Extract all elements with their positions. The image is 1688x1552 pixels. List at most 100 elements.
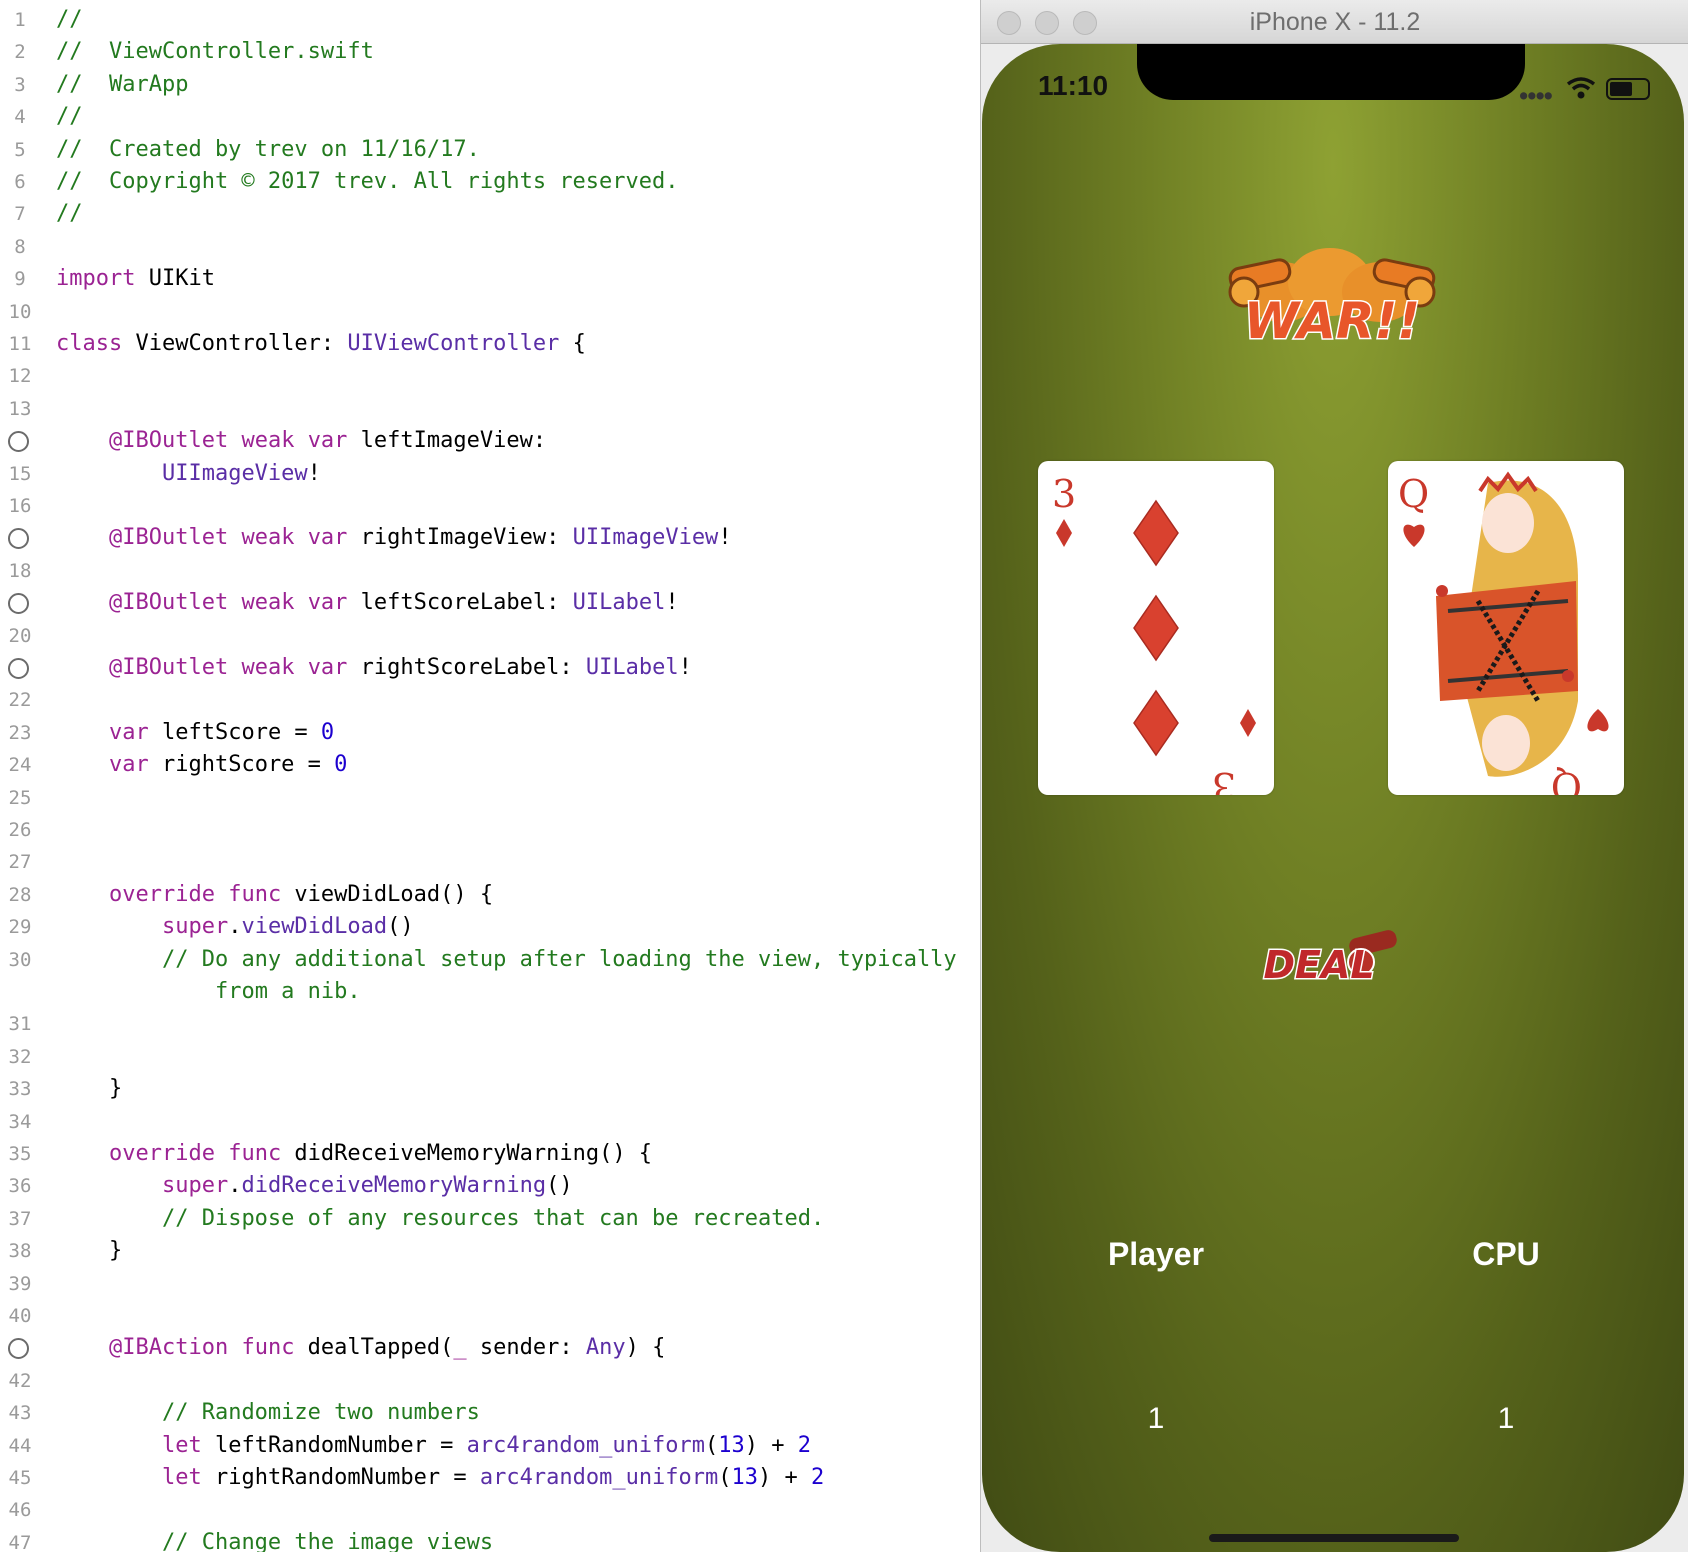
line-number[interactable]: 45	[0, 1462, 40, 1494]
outlet-connection-icon[interactable]	[8, 431, 29, 453]
code-line[interactable]: 33 }	[0, 1073, 985, 1105]
code-line[interactable]: 11 class ViewController: UIViewController…	[0, 328, 985, 360]
code-line[interactable]: 28 override func viewDidLoad() {	[0, 879, 985, 911]
line-number[interactable]: 12	[0, 360, 40, 392]
code-line[interactable]: 6 // Copyright © 2017 trev. All rights re…	[0, 166, 985, 198]
code-line[interactable]: 42	[0, 1365, 985, 1397]
line-number[interactable]: 32	[0, 1041, 40, 1073]
code-line[interactable]: 25	[0, 782, 985, 814]
code-line[interactable]: 40	[0, 1300, 985, 1332]
code-editor[interactable]: 1 // 2 // ViewController.swift 3 // WarApp 4 //…	[0, 0, 985, 1552]
code-line[interactable]: @IBOutlet weak var rightImageView: UIIma…	[0, 522, 985, 554]
deal-button[interactable]: DEAL	[1257, 924, 1407, 994]
line-number[interactable]: 23	[0, 717, 40, 749]
code-line[interactable]: 20	[0, 620, 985, 652]
line-number[interactable]: 1	[0, 4, 40, 36]
line-number[interactable]: 9	[0, 263, 40, 295]
line-number[interactable]: 8	[0, 231, 40, 263]
line-number[interactable]: 18	[0, 555, 40, 587]
line-number[interactable]: 36	[0, 1170, 40, 1202]
code-line[interactable]: @IBOutlet weak var rightScoreLabel: UILa…	[0, 652, 985, 684]
line-number[interactable]: 34	[0, 1106, 40, 1138]
line-number[interactable]: 11	[0, 328, 40, 360]
outlet-connection-icon[interactable]	[8, 1338, 29, 1360]
code-line[interactable]: 39	[0, 1268, 985, 1300]
code-line[interactable]: 13	[0, 393, 985, 425]
code-line[interactable]: from a nib.	[0, 976, 985, 1008]
code-line[interactable]: 18	[0, 555, 985, 587]
line-number[interactable]: 39	[0, 1268, 40, 1300]
line-number[interactable]: 25	[0, 782, 40, 814]
line-number[interactable]: 35	[0, 1138, 40, 1170]
code-line[interactable]: 45 let rightRandomNumber = arc4random_un…	[0, 1462, 985, 1494]
code-line[interactable]: @IBAction func dealTapped(_ sender: Any)…	[0, 1332, 985, 1364]
code-line[interactable]: 16	[0, 490, 985, 522]
code-line[interactable]: 46	[0, 1494, 985, 1526]
code-line[interactable]: 27	[0, 846, 985, 878]
code-line[interactable]: 8	[0, 231, 985, 263]
code-line[interactable]: 29 super.viewDidLoad()	[0, 911, 985, 943]
code-line[interactable]: @IBOutlet weak var leftScoreLabel: UILab…	[0, 587, 985, 619]
code-line[interactable]: 4 //	[0, 101, 985, 133]
code-line[interactable]: 7 //	[0, 198, 985, 230]
line-number[interactable]: 13	[0, 393, 40, 425]
code-line[interactable]: 30 // Do any additional setup after load…	[0, 944, 985, 976]
code-line[interactable]: 3 // WarApp	[0, 69, 985, 101]
line-number[interactable]: 2	[0, 36, 40, 68]
line-number[interactable]: 46	[0, 1494, 40, 1526]
left-card-rank-top: 3	[1052, 472, 1076, 516]
line-number[interactable]: 27	[0, 846, 40, 878]
line-number[interactable]: 42	[0, 1365, 40, 1397]
line-number[interactable]: 10	[0, 296, 40, 328]
line-number[interactable]: 43	[0, 1397, 40, 1429]
line-number[interactable]: 5	[0, 134, 40, 166]
line-number[interactable]: 22	[0, 684, 40, 716]
code-line[interactable]: 2 // ViewController.swift	[0, 36, 985, 68]
code-line[interactable]: 9 import UIKit	[0, 263, 985, 295]
line-number[interactable]: 38	[0, 1235, 40, 1267]
code-line[interactable]: 47 // Change the image views	[0, 1527, 985, 1552]
line-number[interactable]: 47	[0, 1527, 40, 1552]
code-line[interactable]: 12	[0, 360, 985, 392]
code-line[interactable]: 24 var rightScore = 0	[0, 749, 985, 781]
line-number[interactable]: 29	[0, 911, 40, 943]
line-number[interactable]: 30	[0, 944, 40, 976]
home-indicator[interactable]	[1209, 1534, 1459, 1542]
line-number[interactable]: 3	[0, 69, 40, 101]
code-line[interactable]: 5 // Created by trev on 11/16/17.	[0, 134, 985, 166]
line-number[interactable]: 24	[0, 749, 40, 781]
line-number[interactable]: 40	[0, 1300, 40, 1332]
line-number[interactable]: 4	[0, 101, 40, 133]
code-line[interactable]: 32	[0, 1041, 985, 1073]
line-number[interactable]: 26	[0, 814, 40, 846]
code-line[interactable]: 37 // Dispose of any resources that can …	[0, 1203, 985, 1235]
outlet-connection-icon[interactable]	[8, 593, 29, 615]
code-line[interactable]: 44 let leftRandomNumber = arc4random_uni…	[0, 1430, 985, 1462]
code-line[interactable]: 22	[0, 684, 985, 716]
outlet-connection-icon[interactable]	[8, 658, 29, 679]
outlet-connection-icon[interactable]	[8, 528, 29, 550]
code-line[interactable]: 23 var leftScore = 0	[0, 717, 985, 749]
line-number[interactable]: 44	[0, 1430, 40, 1462]
line-number[interactable]: 6	[0, 166, 40, 198]
code-line[interactable]: @IBOutlet weak var leftImageView:	[0, 425, 985, 457]
code-line[interactable]: 10	[0, 296, 985, 328]
code-line[interactable]: 34	[0, 1106, 985, 1138]
line-number[interactable]: 16	[0, 490, 40, 522]
code-line[interactable]: 1 //	[0, 4, 985, 36]
line-number[interactable]: 37	[0, 1203, 40, 1235]
code-line[interactable]: 31	[0, 1008, 985, 1040]
line-number[interactable]: 7	[0, 198, 40, 230]
code-line[interactable]: 35 override func didReceiveMemoryWarning…	[0, 1138, 985, 1170]
line-number[interactable]: 28	[0, 879, 40, 911]
code-line[interactable]: 15 UIImageView!	[0, 458, 985, 490]
line-number[interactable]: 20	[0, 620, 40, 652]
code-line[interactable]: 38 }	[0, 1235, 985, 1267]
code-line[interactable]: 36 super.didReceiveMemoryWarning()	[0, 1170, 985, 1202]
line-number[interactable]: 33	[0, 1073, 40, 1105]
line-number[interactable]: 31	[0, 1008, 40, 1040]
code-line[interactable]: 43 // Randomize two numbers	[0, 1397, 985, 1429]
code-line[interactable]: 26	[0, 814, 985, 846]
code-text: // Created by trev on 11/16/17.	[56, 136, 480, 162]
line-number[interactable]: 15	[0, 458, 40, 490]
